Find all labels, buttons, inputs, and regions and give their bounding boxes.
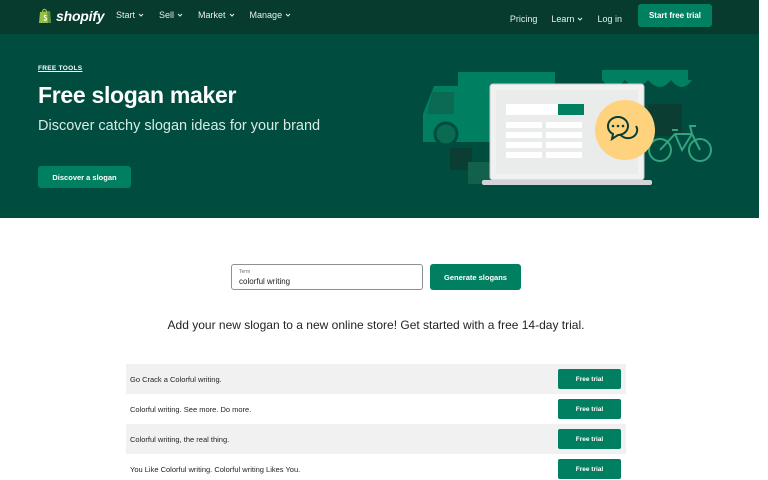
slogan-text: Go Crack a Colorful writing. [130, 374, 222, 384]
chevron-down-icon [578, 17, 583, 21]
hero-subtitle: Discover catchy slogan ideas for your br… [38, 118, 321, 134]
generate-slogans-button[interactable]: Generate slogans [430, 264, 521, 290]
menu-start-label: Start [116, 10, 136, 20]
top-navigation: shopify Start Sell Market Manage Pricing… [0, 0, 759, 34]
shopify-bag-icon [39, 8, 51, 23]
free-trial-button[interactable]: Free trial [558, 459, 621, 479]
slogan-text: You Like Colorful writing. Colorful writ… [130, 464, 301, 474]
list-item: You Like Colorful writing. Colorful writ… [126, 454, 626, 480]
start-free-trial-button[interactable]: Start free trial [637, 4, 712, 27]
menu-manage-label: Manage [249, 10, 283, 20]
slogan-text: Colorful writing. See more. Do more. [130, 404, 252, 414]
chevron-down-icon [285, 13, 291, 17]
storefront-laptop-illustration [423, 70, 712, 185]
main-menu: Start Sell Market Manage [116, 10, 291, 20]
menu-market[interactable]: Market [198, 10, 235, 20]
laptop-button-shape [558, 104, 584, 115]
chevron-down-icon [138, 13, 144, 17]
free-tools-link[interactable]: FREE TOOLS [38, 65, 82, 72]
slogan-list: Go Crack a Colorful writing. Free trial … [126, 364, 626, 480]
laptop-row-shape [546, 132, 582, 138]
promo-text: Add your new slogan to a new online stor… [167, 318, 585, 332]
laptop-base-shape [482, 180, 652, 185]
menu-sell-label: Sell [159, 10, 175, 20]
list-item: Colorful writing. See more. Do more. Fre… [126, 394, 626, 424]
logo-wordmark: shopify [56, 7, 105, 24]
list-item: Go Crack a Colorful writing. Free trial [126, 364, 626, 394]
hero-section: FREE TOOLS Free slogan maker Discover ca… [0, 34, 759, 218]
menu-manage[interactable]: Manage [250, 10, 292, 20]
slogan-text: Colorful writing, the real thing. [130, 434, 230, 444]
laptop-row-shape [506, 122, 542, 128]
menu-learn[interactable]: Learn [551, 8, 583, 24]
truck-wheel-shape [433, 121, 459, 147]
term-input[interactable]: Term colorful writing [231, 264, 423, 290]
laptop-row-shape [506, 132, 542, 138]
term-input-label: Term [239, 269, 251, 275]
term-input-value[interactable]: colorful writing [239, 277, 290, 286]
laptop-row-shape [506, 142, 542, 148]
free-trial-button[interactable]: Free trial [558, 369, 621, 389]
chevron-down-icon [177, 13, 183, 17]
chevron-down-icon [229, 13, 234, 17]
menu-market-label: Market [198, 10, 226, 20]
chat-bubbles-icon [595, 100, 655, 160]
page-title: Free slogan maker [38, 82, 237, 108]
laptop-row-shape [546, 122, 582, 128]
login-link[interactable]: Log in [597, 8, 622, 24]
discover-slogan-button[interactable]: Discover a slogan [38, 166, 131, 188]
laptop-row-shape [506, 152, 542, 158]
laptop-input-shape [506, 104, 558, 115]
free-trial-button[interactable]: Free trial [558, 399, 621, 419]
awning-bar-shape [602, 70, 688, 80]
laptop-row-shape [546, 142, 582, 148]
free-trial-button[interactable]: Free trial [558, 429, 621, 449]
menu-sell[interactable]: Sell [159, 10, 183, 20]
laptop-row-shape [546, 152, 582, 158]
list-item: Colorful writing, the real thing. Free t… [126, 424, 626, 454]
pricing-link[interactable]: Pricing [510, 8, 538, 24]
menu-learn-label: Learn [551, 13, 575, 24]
shopify-logo[interactable]: shopify [38, 7, 105, 24]
menu-start[interactable]: Start [116, 10, 144, 20]
nav-right-group: Pricing Learn Log in Start free trial [510, 4, 712, 27]
